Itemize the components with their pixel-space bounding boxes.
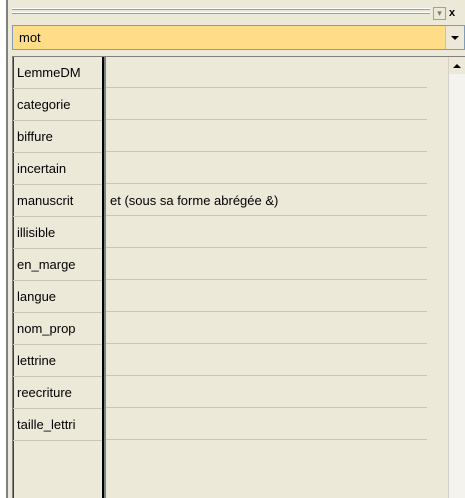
object-selector-value: mot [19,30,41,45]
property-value-field[interactable] [106,89,427,120]
property-row[interactable]: taille_lettri [13,409,427,441]
vertical-scrollbar[interactable] [448,57,465,498]
property-row[interactable]: langue [13,281,427,313]
property-name: biffure [13,121,106,153]
panel-menu-button[interactable]: ▾ [433,7,446,20]
property-name: illisible [13,217,106,249]
panel-grip-bar[interactable] [12,8,430,18]
property-name: langue [13,281,106,313]
close-icon: x [449,7,456,19]
chevron-down-icon [451,35,459,40]
property-row[interactable]: LemmeDM [13,57,427,89]
property-row[interactable]: reecriture [13,377,427,409]
property-row[interactable]: nom_prop [13,313,427,345]
property-name: categorie [13,89,106,121]
properties-window: ▾ x mot LemmeDM categorie biffure incertain… [6,0,465,498]
panel-close-button[interactable]: x [449,7,465,20]
chevron-up-icon [453,63,461,68]
property-row[interactable]: categorie [13,89,427,121]
property-name: lettrine [13,345,106,377]
property-row[interactable]: incertain [13,153,427,185]
property-name: en_marge [13,249,106,281]
property-row[interactable]: illisible [13,217,427,249]
property-name: incertain [13,153,106,185]
property-value-field[interactable] [106,377,427,408]
object-selector[interactable]: mot [12,25,465,50]
property-value-field[interactable] [106,57,427,88]
property-name: manuscrit [13,185,106,217]
object-selector-dropdown-button[interactable] [445,26,464,49]
property-row[interactable]: en_marge [13,249,427,281]
property-value-field[interactable] [106,153,427,184]
property-grid: LemmeDM categorie biffure incertain manuscri… [12,56,465,498]
property-value-field[interactable] [106,345,427,376]
chevron-down-icon: ▾ [437,8,442,18]
property-row[interactable]: biffure [13,121,427,153]
property-value-field[interactable]: et (sous sa forme abrégée &) [106,185,427,216]
property-value-field[interactable] [106,249,427,280]
property-name: reecriture [13,377,106,409]
property-value-field[interactable] [106,121,427,152]
property-name: LemmeDM [13,57,106,89]
property-value-field[interactable] [106,409,427,440]
property-name: nom_prop [13,313,106,345]
property-value-field[interactable] [106,281,427,312]
properties-panel-root: ▾ x mot LemmeDM categorie biffure incertain… [0,0,465,498]
scroll-up-button[interactable] [449,57,465,74]
property-row[interactable]: manuscrit et (sous sa forme abrégée &) [13,185,427,217]
property-row[interactable]: lettrine [13,345,427,377]
property-value-field[interactable] [106,313,427,344]
property-name: taille_lettri [13,409,106,441]
property-value-field[interactable] [106,217,427,248]
